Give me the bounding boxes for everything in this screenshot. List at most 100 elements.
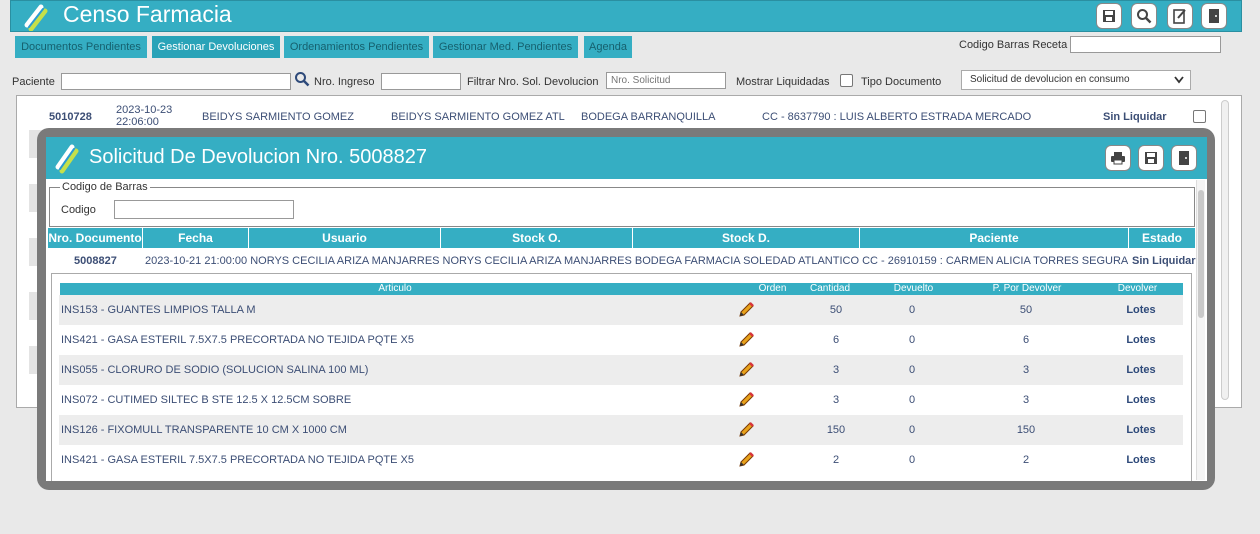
col-nro-documento: Nro. Documento [48,228,143,248]
show-liquidated-checkbox[interactable] [840,74,853,87]
barcode-fieldset: Codigo de Barras Codigo [49,181,1195,227]
col-usuario: Usuario [249,228,441,248]
item-articulo: INS072 - CUTIMED SILTEC B STE 12.5 X 12.… [61,394,352,406]
edit-document-icon [1173,9,1186,24]
row-stock-d: BODEGA BARRANQUILLA [581,111,716,123]
col-fecha: Fecha [143,228,249,248]
item-cantidad: 3 [832,394,840,406]
tab-documentos-pendientes[interactable]: Documentos Pendientes [15,36,147,58]
item-devuelto: 0 [908,364,916,376]
ingreso-label: Nro. Ingreso [314,76,375,88]
col-articulo: Articulo [60,283,730,295]
modal-save-button[interactable] [1138,145,1164,171]
exit-door-icon [1179,151,1189,165]
item-devuelto: 0 [908,334,916,346]
row-nro: 5010728 [49,111,92,123]
modal-scrollbar-thumb[interactable] [1198,190,1204,318]
table-row: INS421 - GASA ESTERIL 7.5X7.5 PRECORTADA… [59,325,1183,355]
item-por-devolver: 2 [1022,454,1030,466]
pencil-edit-icon[interactable] [737,331,755,349]
exit-door-icon [1209,9,1219,23]
col-stock-o: Stock O. [441,228,633,248]
row-estado: Sin Liquidar [1103,111,1167,123]
row-date: 2023-10-23 [116,104,173,116]
filter-solicitud-label: Filtrar Nro. Sol. Devolucion [467,76,599,88]
item-cantidad: 6 [832,334,840,346]
item-devuelto: 0 [908,304,916,316]
doc-type-value: Solicitud de devolucion en consumo [970,74,1130,85]
pencil-edit-icon[interactable] [737,391,755,409]
item-cantidad: 50 [829,304,843,316]
modal-close-button[interactable] [1171,145,1197,171]
save-button[interactable] [1096,3,1122,29]
doc-nro: 5008827 [74,255,117,267]
doc-type-select[interactable]: Solicitud de devolucion en consumo [961,70,1191,90]
barcode-input[interactable] [1070,36,1221,53]
lotes-link[interactable]: Lotes [1111,394,1171,406]
codigo-input[interactable] [114,200,294,219]
chevron-down-icon [1174,76,1184,84]
row-usuario: BEIDYS SARMIENTO GOMEZ [202,111,354,123]
item-por-devolver: 3 [1022,364,1030,376]
patient-search-icon[interactable] [294,71,310,87]
pill-logo-icon [24,4,48,31]
lotes-link[interactable]: Lotes [1111,304,1171,316]
list-item[interactable]: 5010728 2023-10-23 22:06:00 BEIDYS SARMI… [17,104,1217,130]
app-header: Censo Farmacia [10,0,1242,32]
doc-estado: Sin Liquidar [1132,255,1196,267]
item-por-devolver: 6 [1022,334,1030,346]
col-devuelto: Devuelto [865,283,962,295]
search-button[interactable] [1131,3,1157,29]
lotes-link[interactable]: Lotes [1111,424,1171,436]
item-devuelto: 0 [908,454,916,466]
tab-gestionar-devoluciones[interactable]: Gestionar Devoluciones [152,36,280,58]
table-row: INS153 - GUANTES LIMPIOS TALLA M 50 0 50… [59,295,1183,325]
patient-label: Paciente [12,76,55,88]
tab-gestionar-med-pendientes[interactable]: Gestionar Med. Pendientes [433,36,578,58]
row-checkbox[interactable] [1193,110,1206,123]
item-devuelto: 0 [908,394,916,406]
table-row: INS072 - CUTIMED SILTEC B STE 12.5 X 12.… [59,385,1183,415]
col-paciente: Paciente [860,228,1129,248]
col-cantidad: Cantidad [795,283,865,295]
show-liquidated-label: Mostrar Liquidadas [736,76,830,88]
search-icon [1137,9,1152,24]
barcode-legend: Codigo de Barras [60,181,150,193]
item-cantidad: 3 [832,364,840,376]
col-devolver: Devolver [1092,283,1183,295]
edit-report-button[interactable] [1167,3,1193,29]
modal-scrollbar[interactable] [1196,180,1205,480]
print-button[interactable] [1105,145,1131,171]
table-row: INS126 - FIXOMULL TRANSPARENTE 10 CM X 1… [59,415,1183,445]
tab-agenda[interactable]: Agenda [584,36,632,58]
list-scrollbar[interactable] [1221,100,1229,400]
lotes-link[interactable]: Lotes [1111,454,1171,466]
doc-detail: 2023-10-21 21:00:00 NORYS CECILIA ARIZA … [145,255,1129,267]
lotes-link[interactable]: Lotes [1111,364,1171,376]
pencil-edit-icon[interactable] [737,361,755,379]
modal-header: Solicitud De Devolucion Nro. 5008827 [46,137,1207,179]
row-stock-o: BEIDYS SARMIENTO GOMEZ ATL [391,111,565,123]
col-estado: Estado [1129,228,1195,248]
codigo-label: Codigo [61,204,96,216]
row-paciente: CC - 8637790 : LUIS ALBERTO ESTRADA MERC… [762,111,1032,123]
item-por-devolver: 50 [1019,304,1033,316]
item-articulo: INS126 - FIXOMULL TRANSPARENTE 10 CM X 1… [61,424,347,436]
patient-input[interactable] [61,73,291,90]
item-por-devolver: 150 [1016,424,1036,436]
ingreso-input[interactable] [381,73,461,90]
item-devuelto: 0 [908,424,916,436]
lotes-link[interactable]: Lotes [1111,334,1171,346]
table-row: INS421 - GASA ESTERIL 7.5X7.5 PRECORTADA… [59,445,1183,475]
item-cantidad: 150 [826,424,846,436]
pencil-edit-icon[interactable] [737,421,755,439]
solicitud-input[interactable] [606,72,726,89]
modal-title: Solicitud De Devolucion Nro. 5008827 [89,146,427,168]
printer-icon [1111,152,1125,165]
exit-button[interactable] [1201,3,1227,29]
save-icon [1145,152,1157,164]
doc-type-label: Tipo Documento [861,76,942,88]
tab-ordenamientos-pendientes[interactable]: Ordenamientos Pendientes [284,36,429,58]
pencil-edit-icon[interactable] [737,301,755,319]
pencil-edit-icon[interactable] [737,451,755,469]
